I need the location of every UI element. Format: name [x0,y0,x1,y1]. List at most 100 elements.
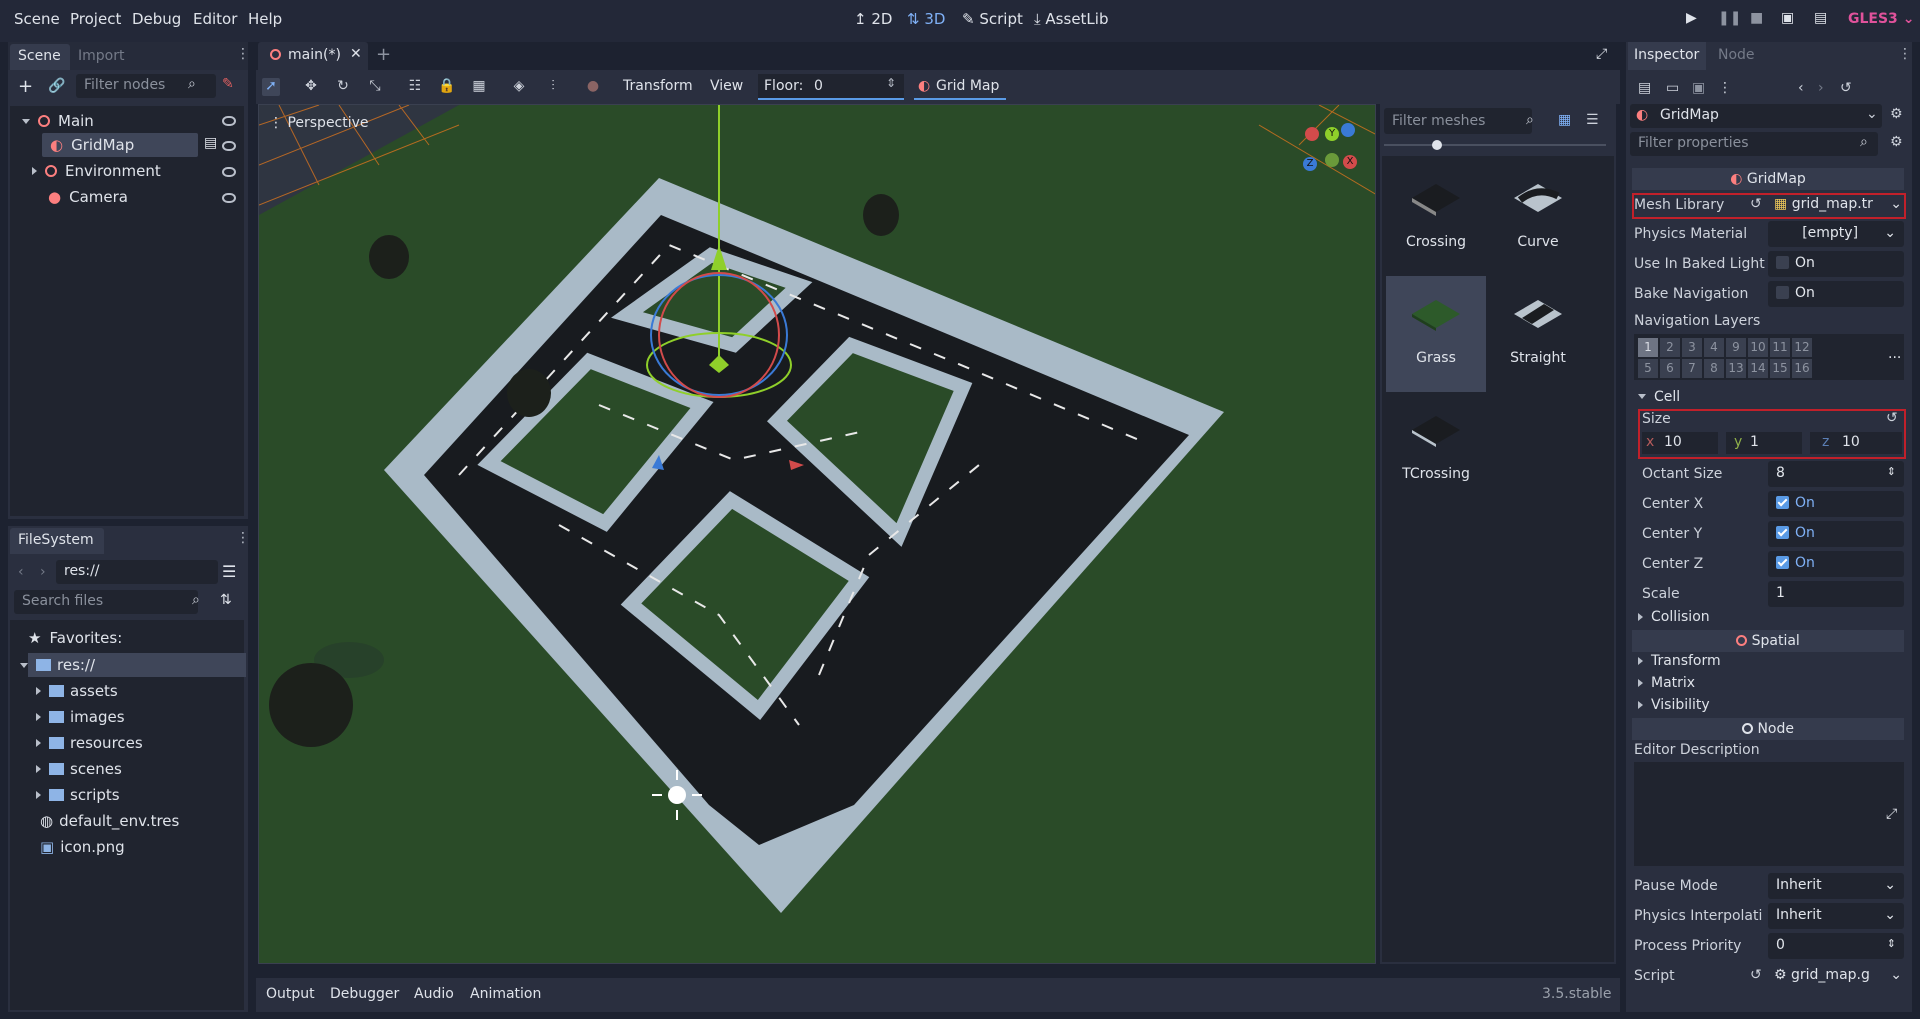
size-y-field[interactable]: y1 [1726,432,1802,454]
editor-description-textarea[interactable]: ⤢ [1634,762,1904,866]
mesh-item-tcrossing[interactable]: TCrossing [1386,392,1486,506]
add-tab-icon[interactable]: + [376,44,391,65]
pause-mode-select[interactable]: Inherit ⌄ [1768,873,1904,899]
spin-arrows-icon[interactable]: ⇕ [886,76,896,90]
menu-debug[interactable]: Debug [132,10,181,28]
visibility-eye-icon[interactable] [222,116,236,126]
visibility-eye-icon[interactable] [222,193,236,203]
center-z-checkbox[interactable]: On [1768,551,1904,577]
back-icon[interactable]: ‹ [18,564,24,580]
add-node-icon[interactable]: + [18,76,33,97]
snap-icon[interactable]: ⫶ [544,78,562,96]
collapse-icon[interactable] [36,739,41,747]
mode-assetlib-button[interactable]: ⤓ AssetLib [1034,10,1108,28]
list-view-icon[interactable]: ☰ [1586,112,1599,128]
collapse-icon[interactable] [36,765,41,773]
filter-properties-input[interactable]: Filter properties [1630,132,1878,156]
move-tool-icon[interactable]: ✥ [302,78,320,96]
play-custom-icon[interactable]: ▤ [1814,10,1827,26]
baked-light-checkbox[interactable]: On [1768,251,1904,277]
tab-output[interactable]: Output [266,986,315,1002]
neg-z-dot[interactable] [1341,123,1355,137]
center-y-checkbox[interactable]: On [1768,521,1904,547]
path-input[interactable]: res:// [56,560,218,584]
collapse-icon[interactable] [36,687,41,695]
layer-4[interactable]: 4 [1704,338,1724,357]
tab-main-scene[interactable]: main(*) ✕ [258,42,368,70]
tab-animation[interactable]: Animation [470,986,541,1002]
tab-inspector[interactable]: Inspector [1628,42,1706,70]
tab-import[interactable]: Import [78,48,124,64]
favorites-item[interactable]: ★ Favorites: [28,626,122,650]
stop-icon[interactable]: ■ [1750,10,1763,26]
close-icon[interactable]: ✕ [350,46,362,62]
menu-scene[interactable]: Scene [14,10,60,28]
scale-tool-icon[interactable]: ⤡ [366,78,384,96]
menu-help[interactable]: Help [248,10,282,28]
revert-icon[interactable]: ↺ [1750,196,1762,212]
select-tool-icon[interactable]: ➚ [262,78,280,96]
visibility-section-toggle[interactable]: Visibility [1638,697,1710,713]
mode-script-button[interactable]: ✎ Script [962,10,1023,28]
bake-navigation-checkbox[interactable]: On [1768,281,1904,307]
revert-icon[interactable]: ↺ [1750,967,1762,983]
3d-viewport[interactable]: ⋮ Perspective Y X Z [258,104,1376,964]
history-icon[interactable]: ↺ [1840,80,1852,96]
transform-menu[interactable]: Transform [623,78,693,94]
mesh-library-field[interactable]: ▦ grid_map.tr ⌄ [1774,196,1902,216]
mesh-item-straight[interactable]: Straight [1488,276,1588,390]
floor-spinbox[interactable]: Floor: 0 ⇕ [758,74,904,100]
menu-project[interactable]: Project [70,10,121,28]
layer-11[interactable]: 11 [1770,338,1790,357]
revert-icon[interactable]: ↺ [1886,410,1898,426]
group-icon[interactable]: ▦ [470,78,488,96]
folder-res-root[interactable]: res:// [20,653,95,677]
layer-2[interactable]: 2 [1660,338,1680,357]
kebab-menu-icon[interactable]: ⋮ [236,530,250,546]
x-axis-button[interactable]: X [1343,155,1357,169]
layers-more-button[interactable]: ... [1888,346,1901,362]
octant-size-spinbox[interactable]: 8 ⇕ [1768,461,1904,487]
layer-10[interactable]: 10 [1748,338,1768,357]
camera-override-icon[interactable]: ● [584,78,602,96]
expand-icon[interactable] [22,118,30,124]
history-back-icon[interactable]: ‹ [1798,80,1804,96]
expand-icon[interactable] [20,662,28,668]
neg-y-dot[interactable] [1325,153,1339,167]
mode-3d-button[interactable]: ⇅ 3D [907,10,945,28]
layer-16[interactable]: 16 [1792,359,1812,378]
layer-6[interactable]: 6 [1660,359,1680,378]
tab-scene[interactable]: Scene [10,44,70,70]
script-add-icon[interactable]: ✎ [222,76,234,92]
new-resource-icon[interactable]: ▤ [1638,80,1651,96]
forward-icon[interactable]: › [40,564,46,580]
expand-icon[interactable]: ⤢ [1886,806,1897,822]
tab-debugger[interactable]: Debugger [330,986,399,1002]
physics-material-field[interactable]: [empty] ⌄ [1768,221,1904,247]
kebab-menu-icon[interactable]: ⋮ [236,46,250,62]
collision-section-toggle[interactable]: Collision [1638,609,1710,625]
script-field[interactable]: ⚙ grid_map.g ⌄ [1772,965,1904,989]
file-default-env[interactable]: ◍ default_env.tres [40,809,179,833]
layer-7[interactable]: 7 [1682,359,1702,378]
visibility-eye-icon[interactable] [222,167,236,177]
mesh-item-curve[interactable]: Curve [1488,160,1588,274]
script-attached-icon[interactable]: ▤ [204,135,217,151]
tab-node[interactable]: Node [1718,47,1755,63]
zoom-slider[interactable] [1384,144,1606,146]
renderer-selector[interactable]: GLES3 ⌄ [1848,11,1914,27]
link-icon[interactable]: 🔗 [48,78,65,94]
search-files-input[interactable]: Search files [14,590,198,614]
mesh-item-crossing[interactable]: Crossing [1386,160,1486,274]
mode-2d-button[interactable]: ↥ 2D [854,10,892,28]
neg-x-dot[interactable] [1305,127,1319,141]
layer-8[interactable]: 8 [1704,359,1724,378]
list-select-icon[interactable]: ☷ [406,78,424,96]
history-forward-icon[interactable]: › [1818,80,1824,96]
layer-14[interactable]: 14 [1748,359,1768,378]
tab-audio[interactable]: Audio [414,986,454,1002]
kebab-menu-icon[interactable]: ⋮ [1898,46,1912,62]
layer-5[interactable]: 5 [1638,359,1658,378]
view-orientation-gizmo[interactable]: Y X Z [1303,113,1369,173]
layer-15[interactable]: 15 [1770,359,1790,378]
